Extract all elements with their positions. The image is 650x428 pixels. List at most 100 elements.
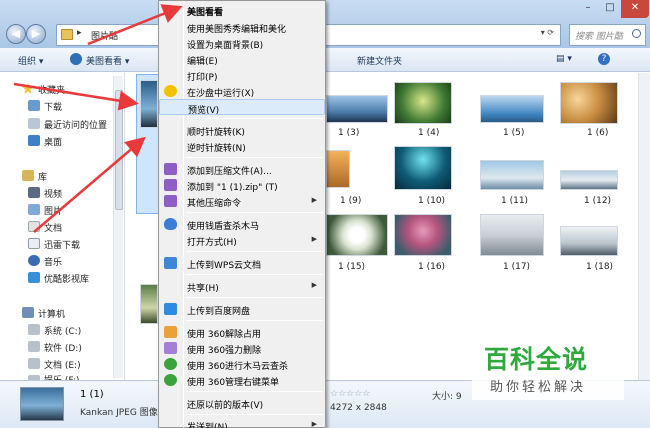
sidebar-item-computer[interactable]: 计算机 xyxy=(38,307,65,320)
menu-item-set-wallpaper[interactable]: 设置为桌面背景(B) xyxy=(159,35,325,51)
menu-item-send-to[interactable]: 发送到(N) ▶ xyxy=(159,417,325,428)
menu-item-label: 还原以前的版本(V) xyxy=(187,401,264,411)
sidebar-item-library[interactable]: 库 xyxy=(38,170,47,183)
thumbnail-1-15[interactable] xyxy=(326,214,388,256)
details-file-type: Kankan JPEG 图像 xyxy=(80,408,158,418)
sidebar-item-recent[interactable]: 最近访问的位置 xyxy=(44,118,107,131)
menu-item-360-cloud-scan[interactable]: 使用 360进行木马云查杀 xyxy=(159,356,325,372)
sidebar-item-desktop[interactable]: 桌面 xyxy=(44,135,62,148)
content-scrollbar[interactable] xyxy=(638,73,650,380)
menu-item-qiandun-scan[interactable]: 使用钱盾查杀木马 xyxy=(159,216,325,232)
file-label[interactable]: 1 (11) xyxy=(501,196,528,206)
menu-item-rotate-ccw[interactable]: 逆时针旋转(N) xyxy=(159,138,325,154)
menu-item-add-archive[interactable]: 添加到压缩文件(A)... xyxy=(159,161,325,177)
file-label[interactable]: 1 (10) xyxy=(418,196,445,206)
menu-item-360-force-delete[interactable]: 使用 360强力删除 xyxy=(159,340,325,356)
thumbnail-1-10[interactable] xyxy=(394,146,452,190)
documents-icon xyxy=(28,221,40,232)
menu-item-rotate-cw[interactable]: 顺时针旋转(K) xyxy=(159,122,325,138)
menu-item-360-context-manager[interactable]: 使用 360管理右键菜单 xyxy=(159,372,325,388)
watermark: 百科全说 助你轻松解决 xyxy=(472,326,624,400)
thumbnail-1-11[interactable] xyxy=(480,160,544,190)
thumbnail-1-12[interactable] xyxy=(560,170,618,190)
menu-item-other-compress[interactable]: 其他压缩命令 ▶ xyxy=(159,193,325,209)
file-label[interactable]: 1 (16) xyxy=(418,262,445,272)
new-folder-button[interactable]: 新建文件夹 xyxy=(357,54,402,67)
menu-separator xyxy=(186,157,323,158)
menu-item-baidu-upload[interactable]: 上传到百度网盘 xyxy=(159,301,325,317)
sidebar-item-youku[interactable]: 优酷影视库 xyxy=(44,272,89,285)
menu-item-print[interactable]: 打印(P) xyxy=(159,67,325,83)
file-label[interactable]: 1 (18) xyxy=(586,262,613,272)
sidebar-item-pictures[interactable]: 图片 xyxy=(44,204,62,217)
thumbnail-1-9[interactable] xyxy=(326,150,350,188)
breadcrumb[interactable]: 图片酷 xyxy=(91,29,118,42)
file-label[interactable]: 1 (4) xyxy=(418,128,439,138)
file-label[interactable]: 1 (5) xyxy=(503,128,524,138)
menu-item-label: 使用美图秀秀编辑和美化 xyxy=(187,25,287,35)
360-icon xyxy=(164,374,177,386)
winrar-icon xyxy=(164,163,177,175)
nav-scrollbar[interactable] xyxy=(113,76,123,378)
winrar-icon xyxy=(164,195,177,207)
menu-item-label: 发送到(N) xyxy=(187,423,228,428)
menu-item-sandbox[interactable]: 在沙盘中运行(X) xyxy=(159,83,325,99)
organize-button[interactable]: 组织 ▾ xyxy=(18,54,43,67)
file-label[interactable]: 1 (6) xyxy=(587,128,608,138)
file-label[interactable]: 1 (17) xyxy=(503,262,530,272)
menu-item-restore-versions[interactable]: 还原以前的版本(V) xyxy=(159,395,325,411)
file-label[interactable]: 1 (12) xyxy=(584,196,611,206)
menu-item-add-zip[interactable]: 添加到 "1 (1).zip" (T) xyxy=(159,177,325,193)
back-button[interactable]: ◀ xyxy=(6,24,26,44)
sidebar-item-xunlei[interactable]: 迅雷下载 xyxy=(44,238,80,251)
view-options-button[interactable]: ▤ ▾ xyxy=(556,54,572,64)
address-dropdown-icon[interactable]: ▾ ⟳ xyxy=(541,28,554,37)
window-controls: – □ ✕ xyxy=(569,0,650,18)
sidebar-item-drive-d[interactable]: 软件 (D:) xyxy=(44,341,82,354)
maximize-button[interactable]: □ xyxy=(599,0,621,18)
sidebar-item-drive-e[interactable]: 文档 (E:) xyxy=(44,358,81,371)
menu-item-label: 共享(H) xyxy=(187,284,219,294)
minimize-button[interactable]: – xyxy=(577,0,599,18)
library-icon xyxy=(22,170,34,181)
thumbnail-1-4[interactable] xyxy=(394,82,452,124)
close-button[interactable]: ✕ xyxy=(621,0,649,18)
menu-item-open-with[interactable]: 打开方式(H) ▶ xyxy=(159,232,325,248)
thumbnail-1-1[interactable] xyxy=(140,80,158,128)
sidebar-item-favorites[interactable]: 收藏夹 xyxy=(38,83,65,96)
details-thumbnail xyxy=(20,387,64,421)
thumbnail-1-18[interactable] xyxy=(560,226,618,256)
forward-button[interactable]: ▶ xyxy=(26,24,46,44)
sidebar-item-downloads[interactable]: 下载 xyxy=(44,100,62,113)
sidebar-item-documents[interactable]: 文档 xyxy=(44,221,62,234)
nav-scrollbar-thumb[interactable] xyxy=(115,90,123,210)
rating-stars[interactable]: ☆☆☆☆☆ xyxy=(330,389,370,399)
sidebar-item-videos[interactable]: 视频 xyxy=(44,187,62,200)
file-label[interactable]: 1 (9) xyxy=(340,196,361,206)
open-with-viewer-button[interactable]: 美图看看 ▾ xyxy=(86,54,129,67)
menu-item-share[interactable]: 共享(H) ▶ xyxy=(159,278,325,294)
thumbnail-1-3[interactable] xyxy=(326,95,388,123)
thumbnail-1-5[interactable] xyxy=(480,95,544,123)
search-input[interactable]: 搜索 图片酷 xyxy=(569,24,646,46)
sidebar-item-music[interactable]: 音乐 xyxy=(44,255,62,268)
file-label[interactable]: 1 (15) xyxy=(338,262,365,272)
menu-item-edit[interactable]: 编辑(E) xyxy=(159,51,325,67)
breadcrumb-separator: ▸ xyxy=(77,28,82,38)
details-size: 大小: 9 xyxy=(432,392,462,402)
menu-item-meitu-kankan[interactable]: 美图看看 xyxy=(159,2,325,18)
thumbnail-1-6[interactable] xyxy=(560,82,618,124)
help-icon[interactable]: ? xyxy=(598,53,610,65)
menu-item-meitu-xiuxiu[interactable]: 使用美图秀秀编辑和美化 xyxy=(159,19,325,35)
menu-item-upload-wps[interactable]: 上传到WPS云文档 xyxy=(159,255,325,271)
file-label[interactable]: 1 (3) xyxy=(338,128,359,138)
thumbnail-1-16[interactable] xyxy=(394,214,452,256)
thumbnail-1-17[interactable] xyxy=(480,214,544,256)
menu-item-360-unlock[interactable]: 使用 360解除占用 xyxy=(159,324,325,340)
youku-icon xyxy=(28,272,40,283)
watermark-subtitle: 助你轻松解决 xyxy=(490,380,587,395)
sidebar-item-drive-c[interactable]: 系统 (C:) xyxy=(44,324,81,337)
menu-item-preview[interactable]: 预览(V) xyxy=(159,99,325,116)
recent-places-icon xyxy=(28,118,40,129)
thumbnail-partial[interactable] xyxy=(140,284,158,324)
